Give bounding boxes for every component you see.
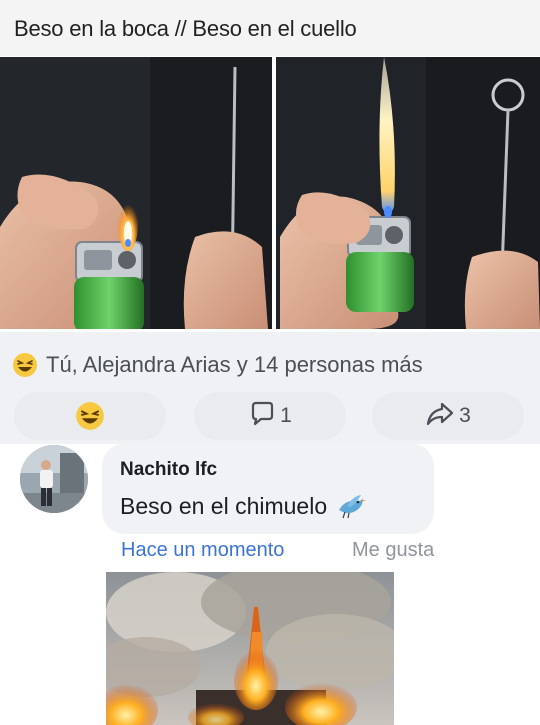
comment-count: 1 [280, 404, 292, 427]
react-button[interactable] [14, 392, 166, 440]
comment-like-button[interactable]: Me gusta [352, 539, 434, 562]
share-button[interactable]: 3 [372, 392, 524, 440]
comment-bubble [102, 444, 434, 534]
comment-author[interactable]: Nachito lfc [120, 459, 217, 481]
photo-lighter-small-flame [0, 57, 272, 329]
share-count: 3 [459, 404, 471, 427]
comment-timestamp[interactable]: Hace un momento [121, 539, 284, 562]
reaction-summary-text: Tú, Alejandra Arias y 14 personas más [46, 352, 423, 377]
avatar[interactable] [20, 445, 88, 513]
cathedral-fire-illustration [106, 572, 394, 725]
meme-caption-text: Beso en la boca // Beso en el cuello [14, 16, 357, 41]
comment-button[interactable]: 1 [194, 392, 346, 440]
reaction-summary[interactable]: Tú, Alejandra Arias y 14 personas más [12, 352, 423, 378]
share-arrow-icon [425, 400, 455, 433]
comment-text-content: Beso en el chimuelo [120, 492, 328, 519]
photo-lighter-tall-flame [276, 57, 540, 329]
bird-emoji-icon [335, 492, 367, 520]
meme-caption: Beso en la boca // Beso en el cuello [0, 0, 540, 56]
comment-attached-image[interactable] [106, 572, 394, 725]
comment-bubble-icon [248, 400, 276, 433]
comment-text: Beso en el chimuelo [120, 492, 367, 520]
laughing-emoji-icon [12, 352, 38, 378]
lighter-tall-flame-illustration [276, 57, 540, 329]
laughing-emoji-icon [75, 401, 105, 431]
lighter-small-flame-illustration [0, 57, 272, 329]
